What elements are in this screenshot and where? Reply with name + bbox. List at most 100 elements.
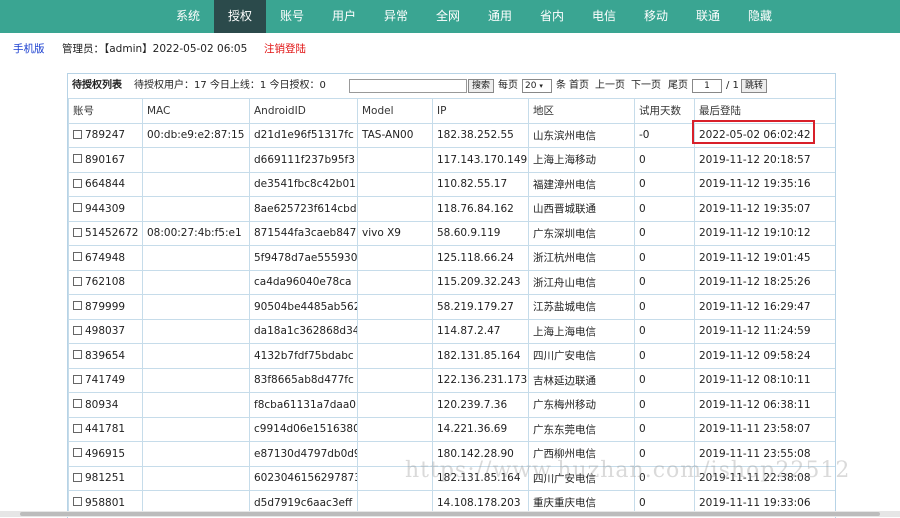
nav-item[interactable]: 省内 <box>526 0 578 33</box>
cell-text: 2019-11-11 22:38:08 <box>699 472 811 485</box>
cell-text: vivo X9 <box>362 227 401 240</box>
table-cell: 浙江舟山电信 <box>528 269 635 295</box>
table-cell: 674948 <box>68 245 143 271</box>
table-cell: vivo X9 <box>357 220 433 246</box>
nav-item[interactable]: 移动 <box>630 0 682 33</box>
list-stats: 待授权用户：17 今日上线：1 今日授权：0 <box>134 80 326 91</box>
last-page-link[interactable]: 尾页 <box>668 74 688 98</box>
table-cell: 0 <box>634 392 695 418</box>
per-page-select[interactable]: 20 ▾ <box>522 79 552 93</box>
table-cell: 四川广安电信 <box>528 343 635 369</box>
table-cell: 0 <box>634 465 695 491</box>
row-checkbox[interactable] <box>73 350 82 360</box>
logout-link[interactable]: 注销登陆 <box>264 33 306 66</box>
nav-item[interactable]: 系统 <box>162 0 214 33</box>
cell-text: 120.239.7.36 <box>437 398 508 411</box>
cell-text: 浙江舟山电信 <box>533 276 596 289</box>
table-cell: 114.87.2.47 <box>432 318 529 344</box>
table-row: 51452672 08:00:27:4b:f5:e1 871544fa3caeb84… <box>68 220 835 246</box>
search-button[interactable]: 搜索 <box>468 79 495 93</box>
horizontal-scrollbar[interactable] <box>0 511 900 517</box>
table-cell: 80934 <box>68 392 143 418</box>
cell-text: 2019-11-12 06:38:11 <box>699 398 811 411</box>
nav-item[interactable]: 通用 <box>474 0 526 33</box>
nav-item[interactable]: 全网 <box>422 0 474 33</box>
cell-text: 浙江杭州电信 <box>533 252 596 265</box>
scrollbar-thumb[interactable] <box>20 512 880 516</box>
cell-text: 80934 <box>85 398 119 411</box>
table-cell: 2019-11-12 06:38:11 <box>694 392 835 418</box>
table-cell: 741749 <box>68 367 143 393</box>
cell-text: 90504be4485ab562 <box>254 300 358 313</box>
row-checkbox[interactable] <box>73 178 82 188</box>
table-cell: ca4da96040e78ca <box>249 269 358 295</box>
table-cell <box>142 196 250 222</box>
table-cell <box>142 245 250 271</box>
cell-text: 0 <box>639 423 646 436</box>
info-bar: 手机版 管理员：【admin】2022-05-02 06:05 注销登陆 <box>0 33 900 66</box>
cell-text: d5d7919c6aac3eff <box>254 496 353 509</box>
table-cell: e87130d4797db0d9 <box>249 441 358 467</box>
row-checkbox[interactable] <box>73 423 82 433</box>
row-checkbox[interactable] <box>73 325 82 335</box>
row-checkbox[interactable] <box>73 276 82 286</box>
cell-text: 4132b7fdf75bdabc <box>254 349 354 362</box>
table-cell <box>357 171 433 197</box>
cell-text: 四川广安电信 <box>533 472 596 485</box>
table-cell: 0 <box>634 294 695 320</box>
cell-text: 441781 <box>85 423 126 436</box>
cell-text: 0 <box>639 349 646 362</box>
cell-text: d669111f237b95f3 <box>254 153 355 166</box>
table-row: 498037 da18a1c362868d34 114.87.2.47 上海上海电信 0… <box>68 318 835 344</box>
cell-text: 2019-11-11 19:33:06 <box>699 496 811 509</box>
table-cell: 广东深圳电信 <box>528 220 635 246</box>
per-page-value: 20 <box>525 81 537 91</box>
row-checkbox[interactable] <box>73 227 82 237</box>
cell-text: 福建漳州电信 <box>533 178 596 191</box>
row-checkbox[interactable] <box>73 252 82 262</box>
table-cell <box>357 318 433 344</box>
cell-text: 0 <box>639 325 646 338</box>
mobile-version-link[interactable]: 手机版 <box>13 33 45 66</box>
next-page-link[interactable]: 下一页 <box>631 74 661 98</box>
nav-item[interactable]: 联通 <box>682 0 734 33</box>
row-checkbox[interactable] <box>73 374 82 384</box>
cell-text: 江苏盐城电信 <box>533 301 596 314</box>
row-checkbox[interactable] <box>73 203 82 213</box>
cell-text: 839654 <box>85 349 126 362</box>
jump-button[interactable]: 跳转 <box>741 79 768 93</box>
nav-item[interactable]: 用户 <box>318 0 370 33</box>
cell-text: e87130d4797db0d9 <box>254 447 358 460</box>
row-checkbox[interactable] <box>73 301 82 311</box>
table-cell: 981251 <box>68 465 143 491</box>
nav-item[interactable]: 账号 <box>266 0 318 33</box>
cell-text: 2019-11-12 20:18:57 <box>699 153 811 166</box>
table-cell: 0 <box>634 220 695 246</box>
first-page-link[interactable]: 首页 <box>569 74 589 98</box>
row-checkbox[interactable] <box>73 129 82 139</box>
row-checkbox[interactable] <box>73 399 82 409</box>
cell-text: 115.209.32.243 <box>437 276 521 289</box>
row-checkbox[interactable] <box>73 154 82 164</box>
nav-item[interactable]: 异常 <box>370 0 422 33</box>
row-checkbox[interactable] <box>73 497 82 507</box>
nav-item[interactable]: 隐藏 <box>734 0 786 33</box>
nav-item[interactable]: 电信 <box>578 0 630 33</box>
prev-page-link[interactable]: 上一页 <box>595 74 625 98</box>
table-cell: 2019-11-12 19:35:16 <box>694 171 835 197</box>
table-cell: 762108 <box>68 269 143 295</box>
table-header-row: 账号 MAC AndroidID Model IP 地区 试用天数 最后登陆 <box>68 98 835 124</box>
cell-text: 2019-11-12 19:35:16 <box>699 178 811 191</box>
cell-text: 741749 <box>85 374 126 387</box>
nav-item[interactable]: 授权 <box>214 0 266 33</box>
table-cell <box>142 171 250 197</box>
search-input[interactable] <box>349 79 467 93</box>
column-header: 地区 <box>528 98 635 124</box>
cell-text: 0 <box>639 178 646 191</box>
page-number-input[interactable]: 1 <box>692 79 722 93</box>
table-cell: 2019-11-12 09:58:24 <box>694 343 835 369</box>
row-checkbox[interactable] <box>73 448 82 458</box>
row-checkbox[interactable] <box>73 472 82 482</box>
cell-text: 125.118.66.24 <box>437 251 514 264</box>
table-cell: 0 <box>634 196 695 222</box>
